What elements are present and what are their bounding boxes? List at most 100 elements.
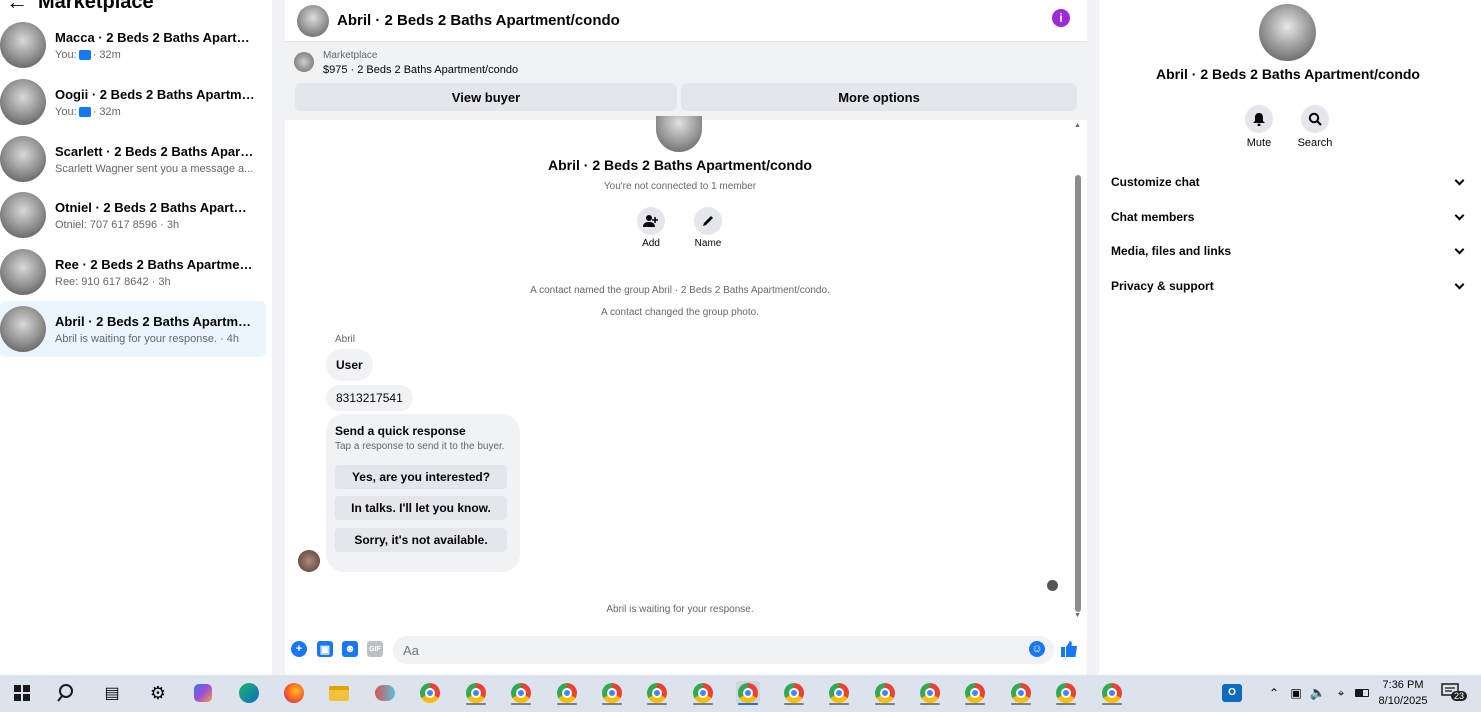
message-prefix: You:	[55, 105, 77, 118]
camera-icon[interactable]: ▣	[1284, 681, 1308, 705]
section-customize-chat[interactable]: Customize chat	[1111, 175, 1467, 189]
chrome-profile-icon[interactable]	[873, 681, 897, 705]
conversation-item-ree[interactable]: Ree · 2 Beds 2 Baths Apartment/co... Ree…	[0, 244, 266, 300]
chrome-profile-icon[interactable]	[963, 681, 987, 705]
chrome-profile-icon[interactable]	[782, 681, 806, 705]
chrome-profile-icon[interactable]	[1100, 681, 1124, 705]
conversation-preview: Ree: 910 617 8642 · 3h	[55, 275, 171, 288]
clock-time: 7:36 PM	[1382, 679, 1424, 691]
chrome-profile-icon[interactable]	[827, 681, 851, 705]
outlook-icon[interactable]: O	[1220, 681, 1244, 705]
avatar	[0, 306, 46, 352]
conversation-name: Oogii · 2 Beds 2 Baths Apartment/...	[55, 86, 255, 102]
connection-note: You're not connected to 1 member	[603, 181, 757, 192]
scroll-up-icon[interactable]: ▲	[1074, 122, 1081, 129]
avatar	[0, 79, 46, 125]
message-thread: Abril · 2 Beds 2 Baths Apartment/condo Y…	[285, 116, 1075, 620]
group-avatar	[1259, 4, 1316, 61]
message-prefix: You:	[55, 48, 77, 61]
conversation-item-scarlett[interactable]: Scarlett · 2 Beds 2 Baths Apartmen... Sc…	[0, 131, 266, 187]
chat-header: Abril · 2 Beds 2 Baths Apartment/condo i	[285, 0, 1087, 42]
conversation-name: Ree · 2 Beds 2 Baths Apartment/co...	[55, 256, 255, 272]
thumbs-up-icon[interactable]	[1060, 640, 1078, 663]
pencil-icon[interactable]	[694, 207, 722, 235]
chat-title[interactable]: Abril · 2 Beds 2 Baths Apartment/condo	[337, 12, 620, 29]
group-avatar	[656, 116, 702, 152]
emoji-icon[interactable]: ☺	[1029, 641, 1045, 657]
chrome-profile-icon[interactable]	[1054, 681, 1078, 705]
add-person-icon[interactable]	[637, 207, 665, 235]
chrome-profile-icon[interactable]	[918, 681, 942, 705]
chrome-profile-icon[interactable]	[464, 681, 488, 705]
gif-icon[interactable]: GIF	[367, 641, 383, 657]
chrome-profile-icon[interactable]	[691, 681, 715, 705]
clock-date: 8/10/2025	[1378, 695, 1428, 707]
task-view-icon[interactable]: ▤	[100, 681, 124, 705]
quick-response-option[interactable]: In talks. I'll let you know.	[335, 496, 507, 520]
chrome-profile-icon[interactable]	[600, 681, 624, 705]
view-buyer-button[interactable]: View buyer	[295, 83, 677, 111]
mute-label: Mute	[1246, 137, 1272, 149]
listing-summary[interactable]: $975 · 2 Beds 2 Baths Apartment/condo	[323, 64, 518, 76]
section-label: Media, files and links	[1111, 244, 1232, 258]
message-scrollbar[interactable]: ▲ ▼	[1074, 120, 1082, 620]
message-input[interactable]	[393, 636, 1054, 664]
chrome-profile-icon-active[interactable]	[736, 681, 760, 705]
system-clock[interactable]: 7:36 PM 8/10/2025	[1368, 677, 1438, 709]
settings-gear-icon[interactable]: ⚙	[146, 681, 170, 705]
marketplace-banner: Marketplace $975 · 2 Beds 2 Baths Apartm…	[285, 42, 1087, 120]
scroll-down-icon[interactable]: ▼	[1074, 612, 1081, 619]
sticker-icon[interactable]: ☻	[342, 641, 358, 657]
conversation-sidebar: ← Marketplace Macca · 2 Beds 2 Baths Apa…	[0, 0, 272, 675]
avatar	[0, 136, 46, 182]
speaker-icon[interactable]: 🔈	[1306, 681, 1330, 705]
scrollbar-thumb[interactable]	[1075, 175, 1081, 612]
chrome-profile-icon[interactable]	[1009, 681, 1033, 705]
section-label: Privacy & support	[1111, 279, 1214, 293]
quick-response-option[interactable]: Sorry, it's not available.	[335, 528, 507, 552]
section-chat-members[interactable]: Chat members	[1111, 210, 1467, 224]
photo-icon[interactable]: ▣	[317, 641, 333, 657]
file-explorer-icon[interactable]	[327, 681, 351, 705]
chrome-profile-icon[interactable]	[509, 681, 533, 705]
sidebar-header: ← Marketplace	[6, 0, 154, 14]
quick-response-option[interactable]: Yes, are you interested?	[335, 465, 507, 489]
conversation-item-macca[interactable]: Macca · 2 Beds 2 Baths Apartment... You:…	[0, 17, 266, 73]
avatar	[0, 22, 46, 68]
chevron-up-icon[interactable]: ⌃	[1262, 681, 1286, 705]
name-label: Name	[694, 238, 722, 249]
chat-avatar[interactable]	[297, 4, 329, 37]
notification-center-icon[interactable]: 23	[1441, 683, 1468, 703]
chrome-profile-icon[interactable]	[555, 681, 579, 705]
more-options-button[interactable]: More options	[681, 83, 1077, 111]
chrome-icon[interactable]	[418, 681, 442, 705]
arrow-left-icon[interactable]: ←	[6, 0, 28, 15]
chrome-profile-icon[interactable]	[645, 681, 669, 705]
search-label: Search	[1297, 137, 1333, 149]
group-title: Abril · 2 Beds 2 Baths Apartment/condo	[548, 157, 812, 173]
avatar	[0, 249, 46, 295]
search-icon[interactable]	[1301, 105, 1329, 133]
firefox-icon[interactable]	[282, 681, 306, 705]
message-composer: + ▣ ☻ GIF ☺	[285, 633, 1087, 667]
conversation-item-abril[interactable]: Abril · 2 Beds 2 Baths Apartment/c... Ab…	[0, 301, 266, 357]
like-icon	[78, 49, 91, 60]
section-privacy-support[interactable]: Privacy & support	[1111, 279, 1467, 293]
info-icon[interactable]: i	[1052, 9, 1070, 27]
conversation-item-otniel[interactable]: Otniel · 2 Beds 2 Baths Apartment... Otn…	[0, 187, 266, 243]
plus-icon[interactable]: +	[291, 641, 307, 657]
copilot-icon[interactable]	[191, 681, 215, 705]
section-label: Customize chat	[1111, 175, 1200, 189]
section-media-files-links[interactable]: Media, files and links	[1111, 244, 1467, 258]
conversation-preview: Otniel: 707 617 8596 · 3h	[55, 218, 180, 231]
edge-icon[interactable]	[237, 681, 261, 705]
search-icon[interactable]	[55, 681, 79, 705]
details-title: Abril · 2 Beds 2 Baths Apartment/condo	[1156, 66, 1420, 82]
bell-icon[interactable]	[1245, 105, 1273, 133]
windows-start-icon[interactable]	[10, 681, 34, 705]
app-icon[interactable]	[373, 681, 397, 705]
chevron-down-icon	[1454, 244, 1465, 255]
read-receipt-avatar	[1047, 580, 1058, 591]
conversation-item-oogii[interactable]: Oogii · 2 Beds 2 Baths Apartment/... You…	[0, 74, 266, 130]
chevron-down-icon	[1454, 175, 1465, 186]
